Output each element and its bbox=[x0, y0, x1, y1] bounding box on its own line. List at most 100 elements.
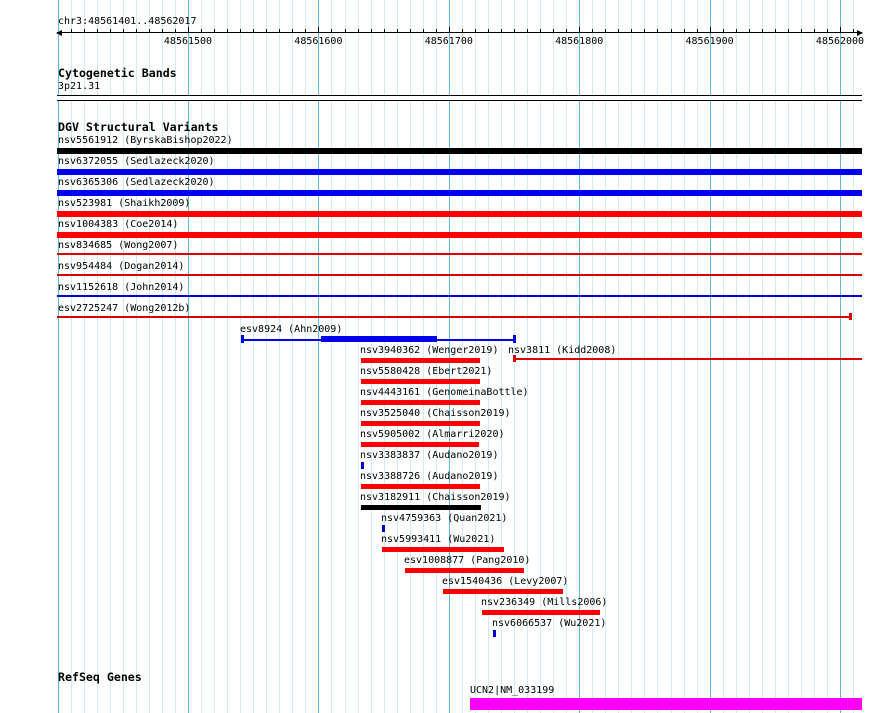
cytoband-label[interactable]: 3p21.31 bbox=[58, 81, 100, 92]
variant-label[interactable]: nsv3525040 (Chaisson2019) bbox=[360, 408, 511, 419]
variant-bar[interactable] bbox=[382, 547, 504, 552]
grid-line-major bbox=[58, 0, 59, 713]
variant-right-endcap[interactable] bbox=[513, 335, 516, 343]
variant-left-endcap[interactable] bbox=[513, 355, 516, 362]
grid-line-minor bbox=[175, 0, 176, 713]
variant-bar[interactable] bbox=[361, 484, 480, 489]
variant-label[interactable]: esv1540436 (Levy2007) bbox=[442, 576, 568, 587]
ruler-major-tick bbox=[840, 27, 841, 32]
grid-line-minor bbox=[736, 0, 737, 713]
variant-label[interactable]: nsv6066537 (Wu2021) bbox=[492, 618, 606, 629]
grid-line-minor bbox=[384, 0, 385, 713]
variant-label[interactable]: nsv954484 (Dogan2014) bbox=[58, 261, 184, 272]
variant-label[interactable]: nsv3182911 (Chaisson2019) bbox=[360, 492, 511, 503]
variant-label[interactable]: nsv3388726 (Audano2019) bbox=[360, 471, 498, 482]
grid-line-minor bbox=[162, 0, 163, 713]
grid-line-minor bbox=[345, 0, 346, 713]
ruler-minor-tick bbox=[149, 29, 150, 32]
variant-label[interactable]: nsv1152618 (John2014) bbox=[58, 282, 184, 293]
grid-line-minor bbox=[279, 0, 280, 713]
grid-line-minor bbox=[214, 0, 215, 713]
grid-line-minor bbox=[631, 0, 632, 713]
variant-line[interactable] bbox=[57, 316, 851, 318]
variant-bar[interactable] bbox=[57, 190, 862, 196]
ruler-minor-tick bbox=[410, 29, 411, 32]
genome-browser-view: chr3:48561401..48562017 4856150048561600… bbox=[0, 0, 890, 713]
gene-label[interactable]: UCN2|NM_033199 bbox=[470, 685, 554, 696]
grid-line-minor bbox=[762, 0, 763, 713]
grid-line-minor bbox=[110, 0, 111, 713]
variant-label[interactable]: esv1008877 (Pang2010) bbox=[404, 555, 530, 566]
variant-bar[interactable] bbox=[57, 211, 862, 217]
variant-point-glyph[interactable] bbox=[382, 525, 385, 532]
variant-label[interactable]: esv8924 (Ahn2009) bbox=[240, 324, 342, 335]
variant-label[interactable]: nsv236349 (Mills2006) bbox=[481, 597, 607, 608]
grid-line-major bbox=[449, 0, 450, 713]
variant-bar[interactable] bbox=[361, 400, 480, 405]
ruler-minor-tick bbox=[684, 29, 685, 32]
grid-line-minor bbox=[853, 0, 854, 713]
grid-line-minor bbox=[253, 0, 254, 713]
ruler-minor-tick bbox=[345, 29, 346, 32]
variant-line[interactable] bbox=[57, 253, 862, 255]
variant-line[interactable] bbox=[57, 274, 862, 276]
variant-label[interactable]: nsv5561912 (ByrskaBishop2022) bbox=[58, 135, 233, 146]
variant-bar[interactable] bbox=[405, 568, 524, 573]
variant-label[interactable]: nsv834685 (Wong2007) bbox=[58, 240, 178, 251]
variant-label[interactable]: nsv5905002 (Almarri2020) bbox=[360, 429, 505, 440]
variant-label[interactable]: nsv4759363 (Quan2021) bbox=[381, 513, 507, 524]
ruler-minor-tick bbox=[71, 29, 72, 32]
variant-label[interactable]: nsv6372055 (Sedlazeck2020) bbox=[58, 156, 215, 167]
variant-line[interactable] bbox=[513, 358, 862, 360]
variant-label[interactable]: nsv3940362 (Wenger2019) bbox=[360, 345, 498, 356]
variant-point-glyph[interactable] bbox=[361, 462, 364, 469]
grid-line-minor bbox=[671, 0, 672, 713]
variant-bar[interactable] bbox=[321, 336, 437, 342]
ruler-minor-tick bbox=[618, 29, 619, 32]
variant-bar[interactable] bbox=[361, 505, 481, 510]
variant-line[interactable] bbox=[57, 295, 862, 297]
variant-label[interactable]: nsv6365306 (Sedlazeck2020) bbox=[58, 177, 215, 188]
grid-line-minor bbox=[71, 0, 72, 713]
grid-line-minor bbox=[436, 0, 437, 713]
grid-line-minor bbox=[814, 0, 815, 713]
ruler-minor-tick bbox=[775, 29, 776, 32]
grid-line-minor bbox=[618, 0, 619, 713]
grid-line-minor bbox=[423, 0, 424, 713]
variant-bar[interactable] bbox=[361, 442, 479, 447]
variant-bar[interactable] bbox=[57, 148, 862, 154]
variant-bar[interactable] bbox=[57, 169, 862, 175]
ruler-minor-tick bbox=[592, 29, 593, 32]
ruler-major-tick bbox=[449, 27, 450, 32]
variant-bar[interactable] bbox=[443, 589, 563, 594]
grid-line-minor bbox=[801, 0, 802, 713]
variant-left-endcap[interactable] bbox=[241, 335, 244, 343]
ruler-minor-tick bbox=[97, 29, 98, 32]
variant-label[interactable]: nsv3811 (Kidd2008) bbox=[508, 345, 616, 356]
variant-bar[interactable] bbox=[361, 421, 480, 426]
refseq-track-title: RefSeq Genes bbox=[58, 671, 142, 683]
cytoband-glyph[interactable] bbox=[57, 95, 862, 101]
ruler-tick-label: 48561800 bbox=[555, 36, 603, 47]
variant-bar[interactable] bbox=[361, 358, 480, 363]
ruler-minor-tick bbox=[110, 29, 111, 32]
variant-label[interactable]: nsv1004383 (Coe2014) bbox=[58, 219, 178, 230]
variant-point-glyph[interactable] bbox=[493, 630, 496, 637]
variant-label[interactable]: nsv5580428 (Ebert2021) bbox=[360, 366, 492, 377]
variant-label[interactable]: nsv3383837 (Audano2019) bbox=[360, 450, 498, 461]
gene-bar[interactable] bbox=[470, 698, 862, 710]
grid-line-minor bbox=[358, 0, 359, 713]
variant-label[interactable]: nsv4443161 (GenomeinaBottle) bbox=[360, 387, 529, 398]
variant-bar[interactable] bbox=[57, 232, 862, 238]
ruler-axis-line bbox=[57, 32, 862, 33]
variant-label[interactable]: nsv523981 (Shaikh2009) bbox=[58, 198, 190, 209]
grid-line-minor bbox=[305, 0, 306, 713]
grid-line-minor bbox=[149, 0, 150, 713]
variant-right-endcap[interactable] bbox=[849, 313, 852, 320]
variant-bar[interactable] bbox=[482, 610, 600, 615]
grid-line-minor bbox=[775, 0, 776, 713]
variant-bar[interactable] bbox=[361, 379, 480, 384]
region-label: chr3:48561401..48562017 bbox=[58, 16, 196, 27]
variant-label[interactable]: esv2725247 (Wong2012b) bbox=[58, 303, 190, 314]
variant-label[interactable]: nsv5993411 (Wu2021) bbox=[381, 534, 495, 545]
